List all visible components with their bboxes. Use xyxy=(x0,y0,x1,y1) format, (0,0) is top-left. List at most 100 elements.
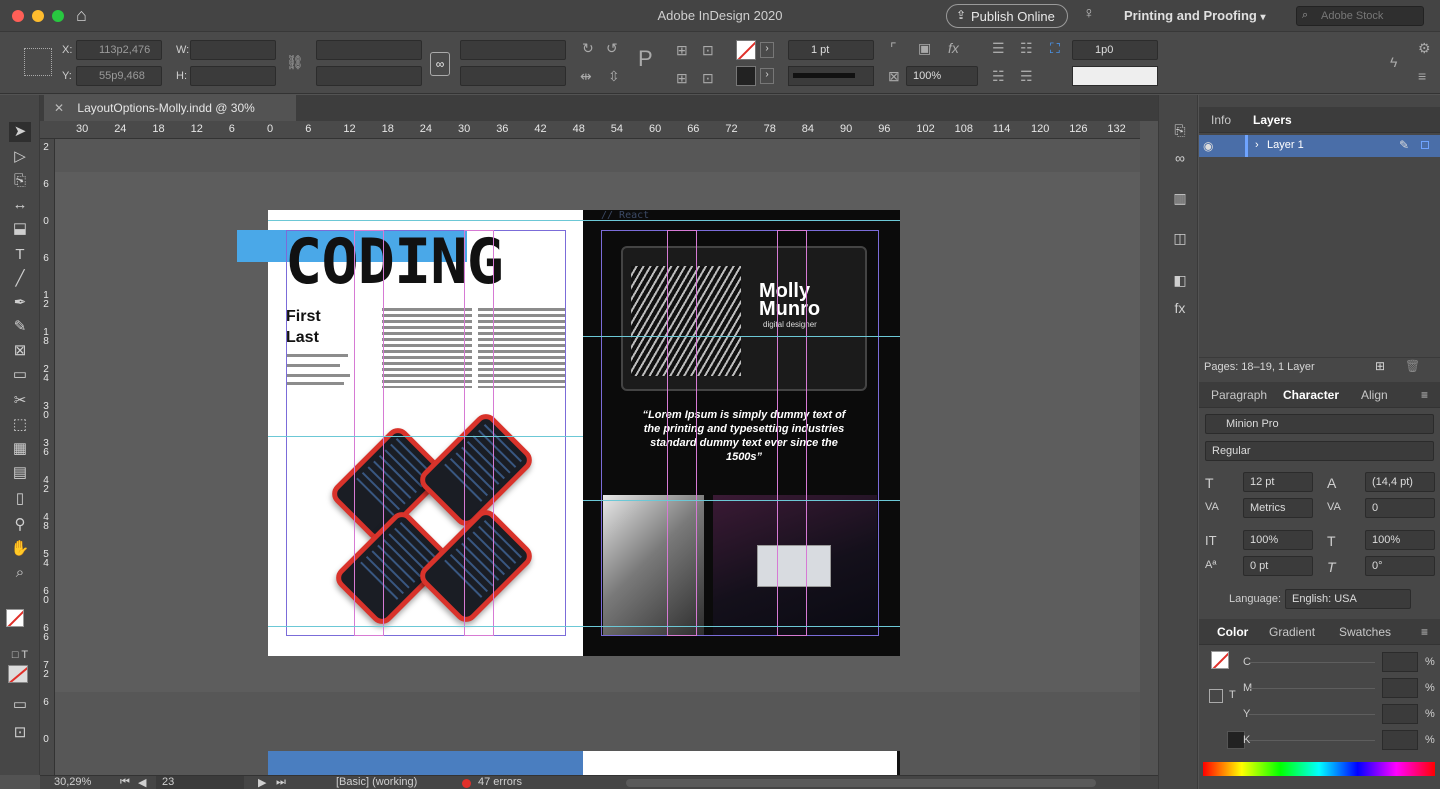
rectangle-frame-tool-icon[interactable]: ⊠ xyxy=(9,341,31,361)
rectangle-tool-icon[interactable]: ▭ xyxy=(9,365,31,385)
text-wrap-none-icon[interactable]: ☰ xyxy=(992,40,1005,57)
error-count[interactable]: 47 errors xyxy=(478,776,522,788)
menu-icon[interactable]: ≡ xyxy=(1418,68,1426,84)
color-spectrum-ramp[interactable] xyxy=(1203,762,1435,776)
horizontal-ruler[interactable]: 30 24 18 12 6 0 6 12 18 24 30 36 42 48 54 60 66 72 78 84 90 9… xyxy=(40,121,1140,139)
stroke-icon[interactable]: ▥ xyxy=(1169,187,1191,209)
leading-field[interactable]: (14,4 pt) xyxy=(1365,472,1435,492)
shear-field[interactable] xyxy=(460,66,566,86)
select-previous-icon[interactable]: ⊞ xyxy=(676,70,688,87)
delete-layer-icon[interactable]: 🗑 xyxy=(1405,359,1420,373)
first-page-icon[interactable]: ⏮ xyxy=(120,776,130,789)
tab-swatches[interactable]: Swatches xyxy=(1339,625,1391,639)
layer-name[interactable]: Layer 1 xyxy=(1267,139,1304,151)
channel-c-slider[interactable] xyxy=(1249,662,1375,663)
vertical-scale-field[interactable]: 100% xyxy=(1243,530,1313,550)
line-tool-icon[interactable]: ╱ xyxy=(9,269,31,289)
selection-tool-icon[interactable]: ➤ xyxy=(9,122,31,142)
document-canvas[interactable]: CODING First Last // React Molly Munro d… xyxy=(55,139,1140,775)
preflight-profile[interactable]: [Basic] (working) xyxy=(336,776,417,788)
language-select[interactable]: English: USA xyxy=(1285,589,1411,609)
select-next-icon[interactable]: ⊡ xyxy=(702,70,714,87)
lightbulb-icon[interactable]: ♀ xyxy=(1083,5,1095,23)
next-page-icon[interactable]: ▶ xyxy=(258,776,266,789)
tab-layers[interactable]: Layers xyxy=(1253,113,1292,127)
channel-y-slider[interactable] xyxy=(1249,714,1375,715)
style-select[interactable] xyxy=(1072,66,1158,86)
gutter-field[interactable]: 1p0 xyxy=(1072,40,1158,60)
flip-vertical-icon[interactable]: ⇳ xyxy=(608,68,620,85)
drop-shadow-icon[interactable]: ▣ xyxy=(918,40,931,57)
screen-mode-icon[interactable]: ▭ xyxy=(9,695,31,715)
page-tool-icon[interactable]: ⎘ xyxy=(9,171,31,191)
pages-icon[interactable]: ⎘ xyxy=(1169,119,1191,141)
tracking-field[interactable]: 0 xyxy=(1365,498,1435,518)
direct-selection-tool-icon[interactable]: ▷ xyxy=(9,147,31,167)
pencil-tool-icon[interactable]: ✎ xyxy=(9,317,31,337)
gap-tool-icon[interactable]: ↔ xyxy=(9,195,31,215)
rotation-field[interactable] xyxy=(460,40,566,60)
page-number-field[interactable]: 23 xyxy=(156,776,244,789)
workspace-switcher[interactable]: Printing and Proofing ▾ xyxy=(1124,8,1266,23)
y-field[interactable]: 55p9,468 xyxy=(76,66,162,86)
scale-x-field[interactable] xyxy=(316,40,422,60)
page-18[interactable]: CODING First Last xyxy=(237,210,583,656)
skew-field[interactable]: 0° xyxy=(1365,556,1435,576)
scale-y-field[interactable] xyxy=(316,66,422,86)
free-transform-tool-icon[interactable]: ⬚ xyxy=(9,415,31,435)
channel-k-slider[interactable] xyxy=(1249,740,1375,741)
font-size-field[interactable]: 12 pt xyxy=(1243,472,1313,492)
stock-search-input[interactable]: ⌕ Adobe Stock xyxy=(1296,6,1424,26)
hand-tool-icon[interactable]: ✋ xyxy=(9,539,31,559)
reference-point-icon[interactable] xyxy=(24,48,52,76)
font-style-select[interactable]: Regular xyxy=(1205,441,1434,461)
apply-to-container-icon[interactable] xyxy=(1209,689,1223,703)
path-icon[interactable]: P xyxy=(638,46,653,72)
rotate-ccw-icon[interactable]: ↺ xyxy=(606,40,618,57)
text-wrap-shape-icon[interactable]: ☵ xyxy=(992,68,1005,85)
stroke-menu-chevron-icon[interactable]: › xyxy=(760,68,774,84)
page-19[interactable]: // React Molly Munro digital designer “L… xyxy=(583,210,900,656)
opacity-field[interactable]: 100% xyxy=(906,66,978,86)
eyedropper-tool-icon[interactable]: ⚲ xyxy=(9,515,31,535)
type-tool-icon[interactable]: T xyxy=(9,245,31,265)
fill-none-swatch[interactable] xyxy=(736,40,756,60)
visibility-eye-icon[interactable]: ◉ xyxy=(1203,139,1213,153)
panel-menu-icon[interactable]: ≡ xyxy=(1421,388,1428,402)
rotate-cw-icon[interactable]: ↻ xyxy=(582,40,594,57)
tab-color[interactable]: Color xyxy=(1217,625,1248,639)
flip-horizontal-icon[interactable]: ⇹ xyxy=(580,68,592,85)
fill-menu-chevron-icon[interactable]: › xyxy=(760,42,774,58)
auto-fit-icon[interactable]: ⛶ xyxy=(1050,40,1060,57)
link-icon[interactable]: ∞ xyxy=(430,52,450,76)
select-container-icon[interactable]: ⊞ xyxy=(676,42,688,59)
effects-fx-icon[interactable]: fx xyxy=(948,40,959,56)
scissors-tool-icon[interactable]: ✂ xyxy=(9,391,31,411)
gradient-feather-tool-icon[interactable]: ▤ xyxy=(9,463,31,483)
apply-none-icon[interactable] xyxy=(8,665,28,683)
apply-to-text-icon[interactable]: T xyxy=(1229,689,1236,701)
text-wrap-bounding-icon[interactable]: ☷ xyxy=(1020,40,1033,57)
kerning-field[interactable]: Metrics xyxy=(1243,498,1313,518)
vertical-ruler[interactable]: 2606121824303642485460667260 xyxy=(40,139,55,775)
corner-options-icon[interactable]: ⌜ xyxy=(890,40,897,57)
new-layer-icon[interactable]: ⊞ xyxy=(1375,359,1385,373)
last-page-icon[interactable]: ⏭ xyxy=(276,776,286,789)
gear-icon[interactable]: ⚙ xyxy=(1418,40,1431,57)
tab-info[interactable]: Info xyxy=(1211,113,1231,127)
pen-tool-icon[interactable]: ✒ xyxy=(9,293,31,313)
tab-align[interactable]: Align xyxy=(1361,388,1388,402)
channel-m-slider[interactable] xyxy=(1249,688,1375,689)
stroke-weight-field[interactable]: 1 pt xyxy=(788,40,874,60)
color-fill-none-swatch[interactable] xyxy=(1211,651,1229,669)
previous-page-icon[interactable]: ◀ xyxy=(138,776,146,789)
stroke-type-select[interactable] xyxy=(788,66,874,86)
document-tab[interactable]: ✕ LayoutOptions-Molly.indd @ 30% xyxy=(44,95,296,121)
preview-mode-icon[interactable]: ⊡ xyxy=(9,723,31,743)
width-field[interactable] xyxy=(190,40,276,60)
publish-online-button[interactable]: ⇪ Publish Online xyxy=(946,4,1068,28)
baseline-shift-field[interactable]: 0 pt xyxy=(1243,556,1313,576)
stroke-swatch[interactable] xyxy=(736,66,756,86)
tab-gradient[interactable]: Gradient xyxy=(1269,625,1315,639)
gradient-swatch-tool-icon[interactable]: ▦ xyxy=(9,439,31,459)
